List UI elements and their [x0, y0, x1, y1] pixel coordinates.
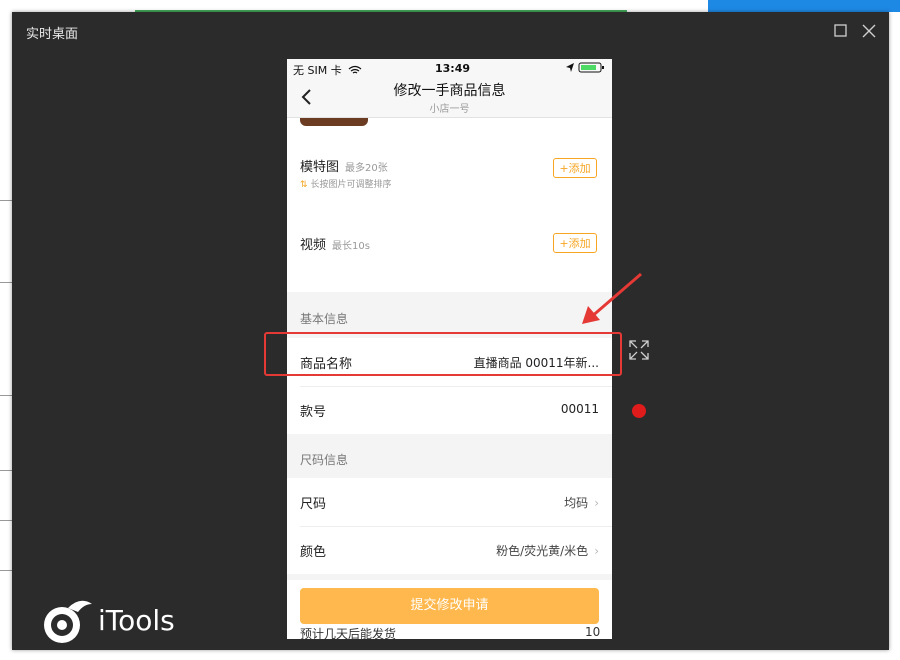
itools-logo-icon	[44, 600, 92, 643]
desktop-line	[0, 570, 12, 571]
desktop-line	[0, 200, 12, 201]
carrier-label: 无 SIM 卡	[293, 62, 362, 78]
desktop-background-left	[0, 0, 12, 660]
highlight-box	[264, 332, 622, 376]
record-indicator	[632, 404, 646, 418]
desktop-background-blue	[708, 0, 900, 12]
media-section: 模特图 最多20张 ⇅ 长按图片可调整排序 +添加 视频 最长10s +添加	[287, 118, 612, 292]
chevron-right-icon: ›	[594, 544, 599, 558]
add-model-image-button[interactable]: +添加	[553, 158, 597, 178]
itools-logo: iTools	[40, 598, 175, 646]
battery-icon	[578, 62, 604, 73]
color-value-wrap: 粉色/荧光黄/米色 ›	[496, 542, 599, 559]
form-content: 模特图 最多20张 ⇅ 长按图片可调整排序 +添加 视频 最长10s +添加 基本信息…	[287, 118, 612, 639]
location-icon	[565, 63, 574, 72]
style-number-value: 00011	[560, 402, 599, 416]
close-button[interactable]	[858, 20, 880, 42]
maximize-icon	[834, 24, 847, 37]
page-title: 修改一手商品信息	[393, 83, 506, 99]
desktop-line	[0, 395, 12, 396]
partial-row-value: 10	[585, 625, 601, 639]
size-value: 均码	[564, 496, 589, 510]
color-row[interactable]: 颜色 粉色/荧光黄/米色 ›	[287, 526, 612, 574]
partial-row-label: 预计几天后能发货	[300, 627, 397, 639]
window-title: 实时桌面	[26, 27, 79, 42]
product-thumbnail[interactable]	[300, 118, 368, 126]
video-label: 视频	[300, 238, 327, 253]
sort-hint-text: 长按图片可调整排序	[310, 180, 392, 190]
basic-info-heading: 基本信息	[300, 312, 349, 326]
annotation-arrow-icon	[582, 272, 642, 324]
video-row: 视频 最长10s	[300, 234, 370, 253]
desktop-line	[0, 520, 12, 521]
itools-logo-text: iTools	[98, 604, 175, 637]
color-label: 颜色	[300, 545, 327, 560]
window-titlebar[interactable]: 实时桌面	[12, 12, 889, 50]
size-label: 尺码	[300, 497, 327, 512]
status-time: 13:49	[435, 62, 471, 75]
page-subtitle: 小店一号	[429, 104, 470, 115]
fullscreen-icon	[629, 340, 649, 360]
size-row[interactable]: 尺码 均码 ›	[287, 478, 612, 526]
desktop-background-bar	[135, 0, 627, 12]
maximize-button[interactable]	[830, 20, 852, 42]
status-bar: 无 SIM 卡 13:49	[287, 59, 612, 79]
model-images-row: 模特图 最多20张	[300, 156, 388, 175]
carrier-text: 无 SIM 卡	[293, 64, 342, 77]
row-divider	[300, 526, 612, 527]
model-images-label: 模特图	[300, 160, 340, 175]
row-divider	[300, 386, 612, 387]
close-icon	[862, 24, 876, 38]
size-value-wrap: 均码 ›	[564, 494, 599, 511]
style-number-label: 款号	[300, 405, 327, 420]
sort-hint: ⇅ 长按图片可调整排序	[300, 177, 392, 190]
video-hint: 最长10s	[332, 241, 370, 252]
add-video-button[interactable]: +添加	[553, 233, 597, 253]
desktop-line	[0, 282, 12, 283]
style-number-row[interactable]: 款号 00011	[287, 386, 612, 434]
wifi-icon	[348, 65, 362, 74]
live-desktop-window: 实时桌面 无 SIM 卡 13:49 修改一手商品信息 小店一号 模特图 最多2…	[12, 12, 889, 650]
sort-icon: ⇅	[300, 180, 308, 190]
color-value: 粉色/荧光黄/米色	[496, 544, 589, 558]
model-images-hint: 最多20张	[345, 163, 388, 174]
desktop-line	[0, 470, 12, 471]
submit-button[interactable]: 提交修改申请	[300, 588, 599, 624]
status-right	[565, 61, 607, 76]
size-info-heading: 尺码信息	[300, 453, 349, 467]
navigation-bar: 修改一手商品信息 小店一号	[287, 79, 612, 118]
expand-icon[interactable]	[628, 339, 650, 361]
chevron-right-icon: ›	[594, 496, 599, 510]
